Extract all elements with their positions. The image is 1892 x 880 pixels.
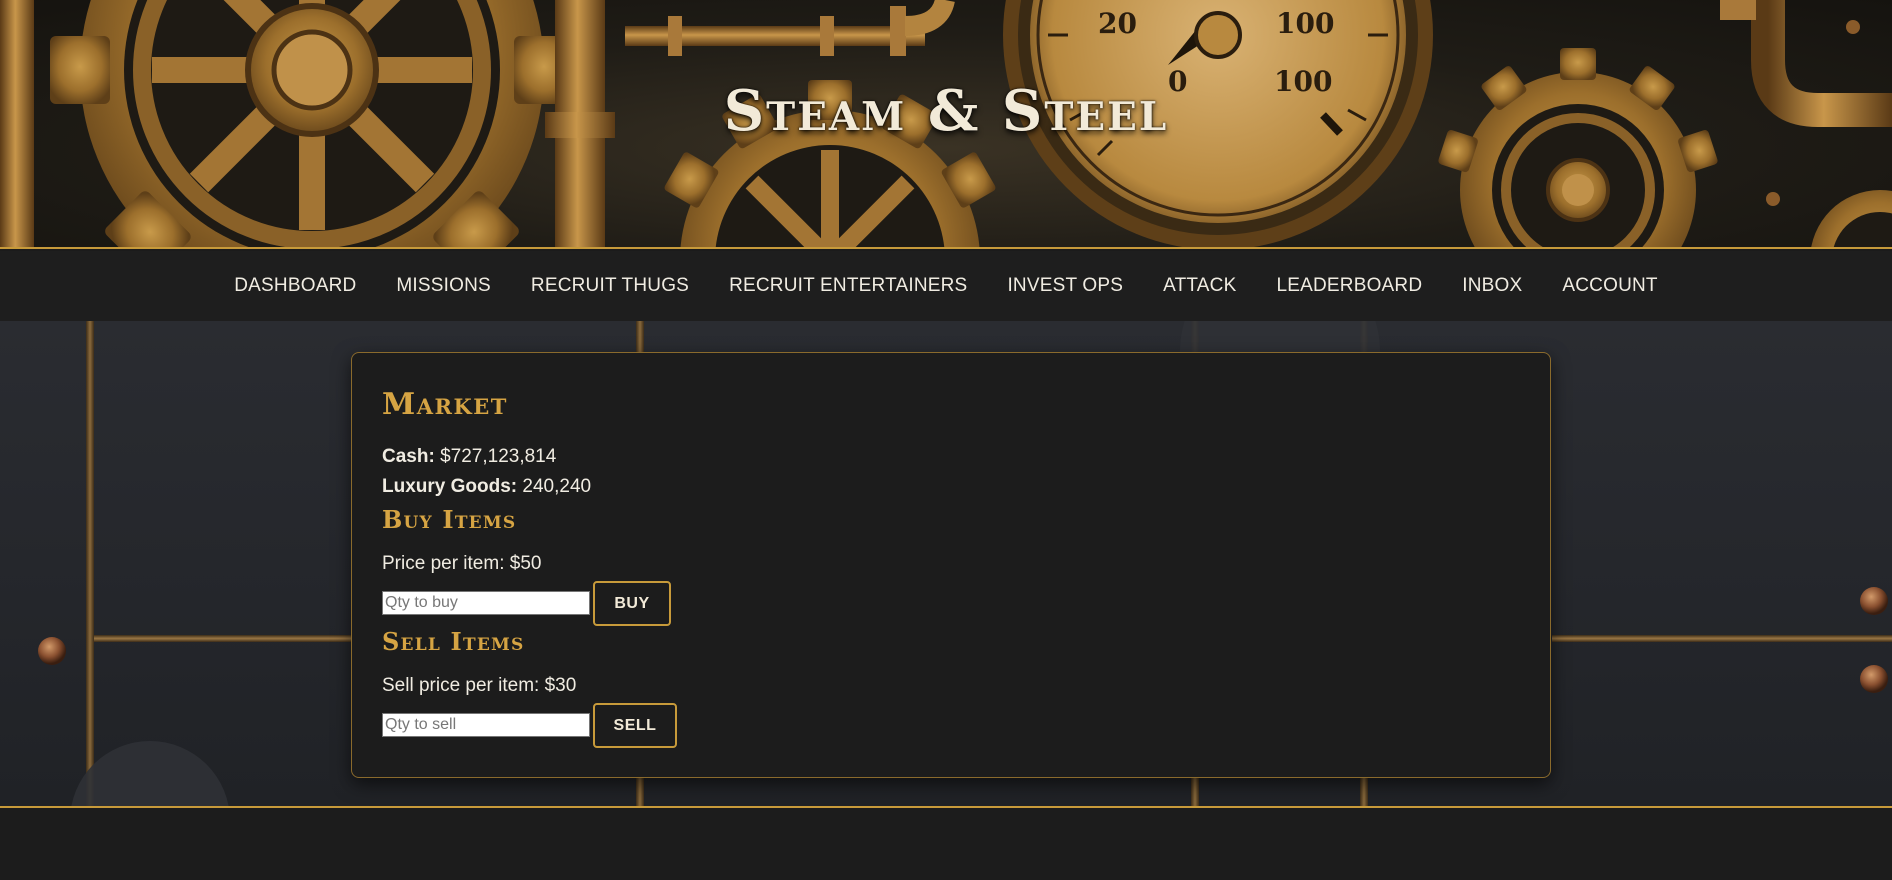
cash-value: $727,123,814 [440,446,557,467]
sell-price-text: Sell price per item: $30 [382,675,577,696]
svg-text:100: 100 [1276,7,1334,40]
main-nav: DASHBOARD MISSIONS RECRUIT THUGS RECRUIT… [0,251,1892,321]
rivet-icon [1860,587,1888,615]
svg-text:20: 20 [1098,7,1137,40]
site-banner: 20 0 100 100 Steam & Steel [0,0,1892,249]
rivet-icon [1766,192,1780,206]
nav-invest-ops[interactable]: INVEST OPS [987,275,1143,297]
nav-leaderboard[interactable]: LEADERBOARD [1256,275,1442,297]
luxury-goods-value: 240,240 [522,476,592,497]
pipe-icon [625,0,955,56]
nav-attack[interactable]: ATTACK [1143,275,1256,297]
buy-price-text: Price per item: $50 [382,553,542,574]
page-footer [0,808,1892,880]
rivet-icon [1860,665,1888,693]
sell-items-heading: Sell Items [382,627,525,656]
sell-button[interactable]: SELL [593,703,677,748]
market-title: Market [382,387,508,422]
site-title: Steam & Steel [723,78,1169,144]
nav-missions[interactable]: MISSIONS [376,275,511,297]
sell-quantity-input[interactable] [382,713,590,737]
nav-dashboard[interactable]: DASHBOARD [214,275,376,297]
nav-account[interactable]: ACCOUNT [1542,275,1677,297]
cash-stat: Cash: $727,123,814 [382,446,556,468]
buy-button[interactable]: BUY [593,581,671,626]
luxury-goods-label: Luxury Goods: [382,476,518,497]
gear-icon [1811,190,1892,247]
buy-quantity-input[interactable] [382,591,590,615]
nav-recruit-entertainers[interactable]: RECRUIT ENTERTAINERS [709,275,987,297]
rivet-icon [38,637,66,665]
buy-items-heading: Buy Items [382,505,517,534]
luxury-goods-stat: Luxury Goods: 240,240 [382,476,591,498]
nav-recruit-thugs[interactable]: RECRUIT THUGS [511,275,709,297]
market-panel: Market Cash: $727,123,814 Luxury Goods: … [351,352,1551,778]
nav-inbox[interactable]: INBOX [1442,275,1542,297]
cash-label: Cash: [382,446,435,467]
rivet-icon [1846,20,1860,34]
